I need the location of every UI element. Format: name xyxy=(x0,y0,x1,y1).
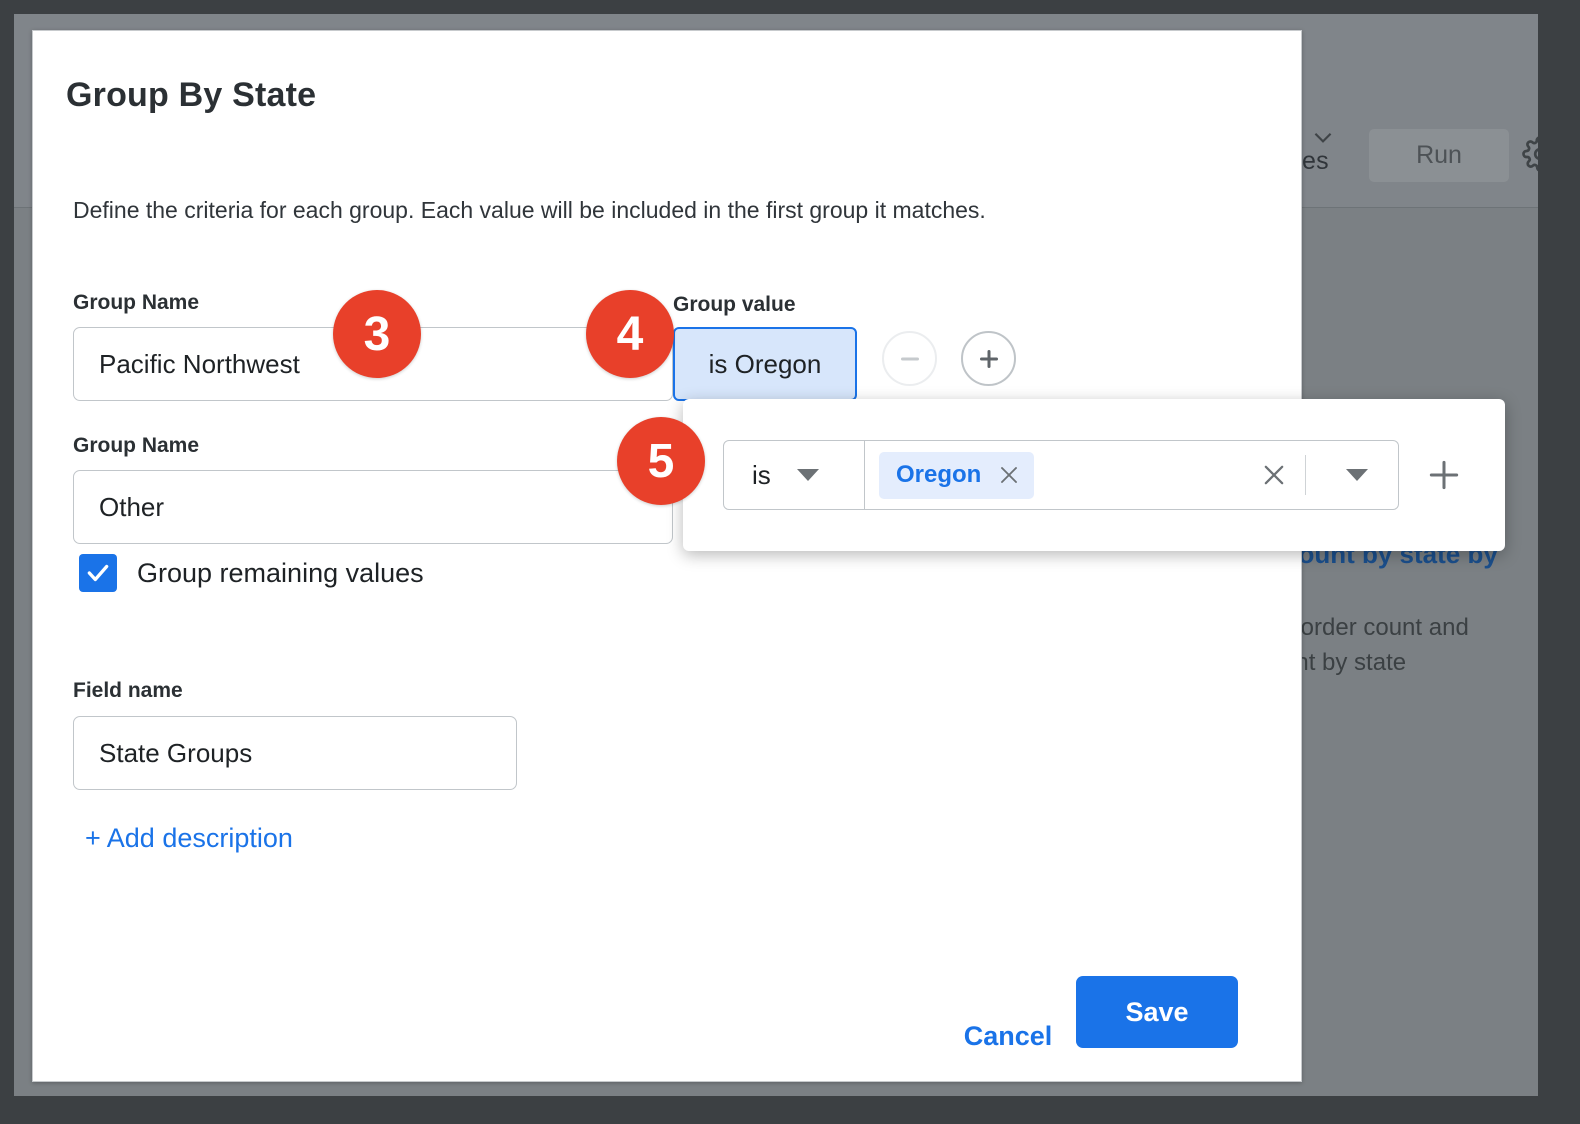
dialog-description: Define the criteria for each group. Each… xyxy=(73,197,986,224)
group-remaining-values-checkbox[interactable] xyxy=(79,554,117,592)
chevron-down-icon xyxy=(797,469,819,481)
field-name-label: Field name xyxy=(73,679,183,703)
value-field-divider xyxy=(1305,455,1306,495)
save-button[interactable]: Save xyxy=(1076,976,1238,1048)
filter-popup: is Oregon xyxy=(683,399,1505,551)
minus-circle-icon[interactable] xyxy=(882,331,937,386)
cancel-button[interactable]: Cancel xyxy=(938,1006,1078,1066)
close-icon[interactable] xyxy=(997,463,1021,487)
step-badge-3: 3 xyxy=(333,290,421,378)
group-value-chip[interactable]: is Oregon xyxy=(673,327,857,401)
filter-value-chip-label: Oregon xyxy=(896,461,981,489)
group-value-label: Group value xyxy=(673,293,796,317)
step-badge-5: 5 xyxy=(617,417,705,505)
plus-circle-icon[interactable] xyxy=(961,331,1016,386)
gear-icon[interactable] xyxy=(1522,136,1538,172)
background-text-line-1: y order count and xyxy=(1282,614,1469,642)
page-title: Group By State xyxy=(66,76,316,115)
group-by-state-dialog: Group By State Define the criteria for e… xyxy=(32,30,1302,1082)
checkmark-icon xyxy=(85,560,111,586)
filter-value-chip[interactable]: Oregon xyxy=(879,452,1034,499)
filter-value-field[interactable]: Oregon xyxy=(865,440,1399,510)
group-name-label-2: Group Name xyxy=(73,434,199,458)
add-description-link[interactable]: + Add description xyxy=(85,823,293,854)
filter-row: is Oregon xyxy=(723,440,1463,510)
group-name-input-2[interactable]: Other xyxy=(73,470,673,544)
close-icon[interactable] xyxy=(1260,461,1288,489)
step-badge-4: 4 xyxy=(586,290,674,378)
field-name-input[interactable]: State Groups xyxy=(73,716,517,790)
group-remaining-values-label: Group remaining values xyxy=(137,558,424,589)
group-remaining-values-row[interactable]: Group remaining values xyxy=(79,554,424,592)
filter-operator-select[interactable]: is xyxy=(723,440,865,510)
group-name-label-1: Group Name xyxy=(73,291,199,315)
chevron-down-icon[interactable] xyxy=(1346,469,1368,481)
plus-icon[interactable] xyxy=(1425,456,1463,494)
run-button[interactable]: Run xyxy=(1369,129,1509,182)
filter-operator-value: is xyxy=(752,460,771,491)
toolbar-truncated-label: es xyxy=(1302,147,1329,176)
